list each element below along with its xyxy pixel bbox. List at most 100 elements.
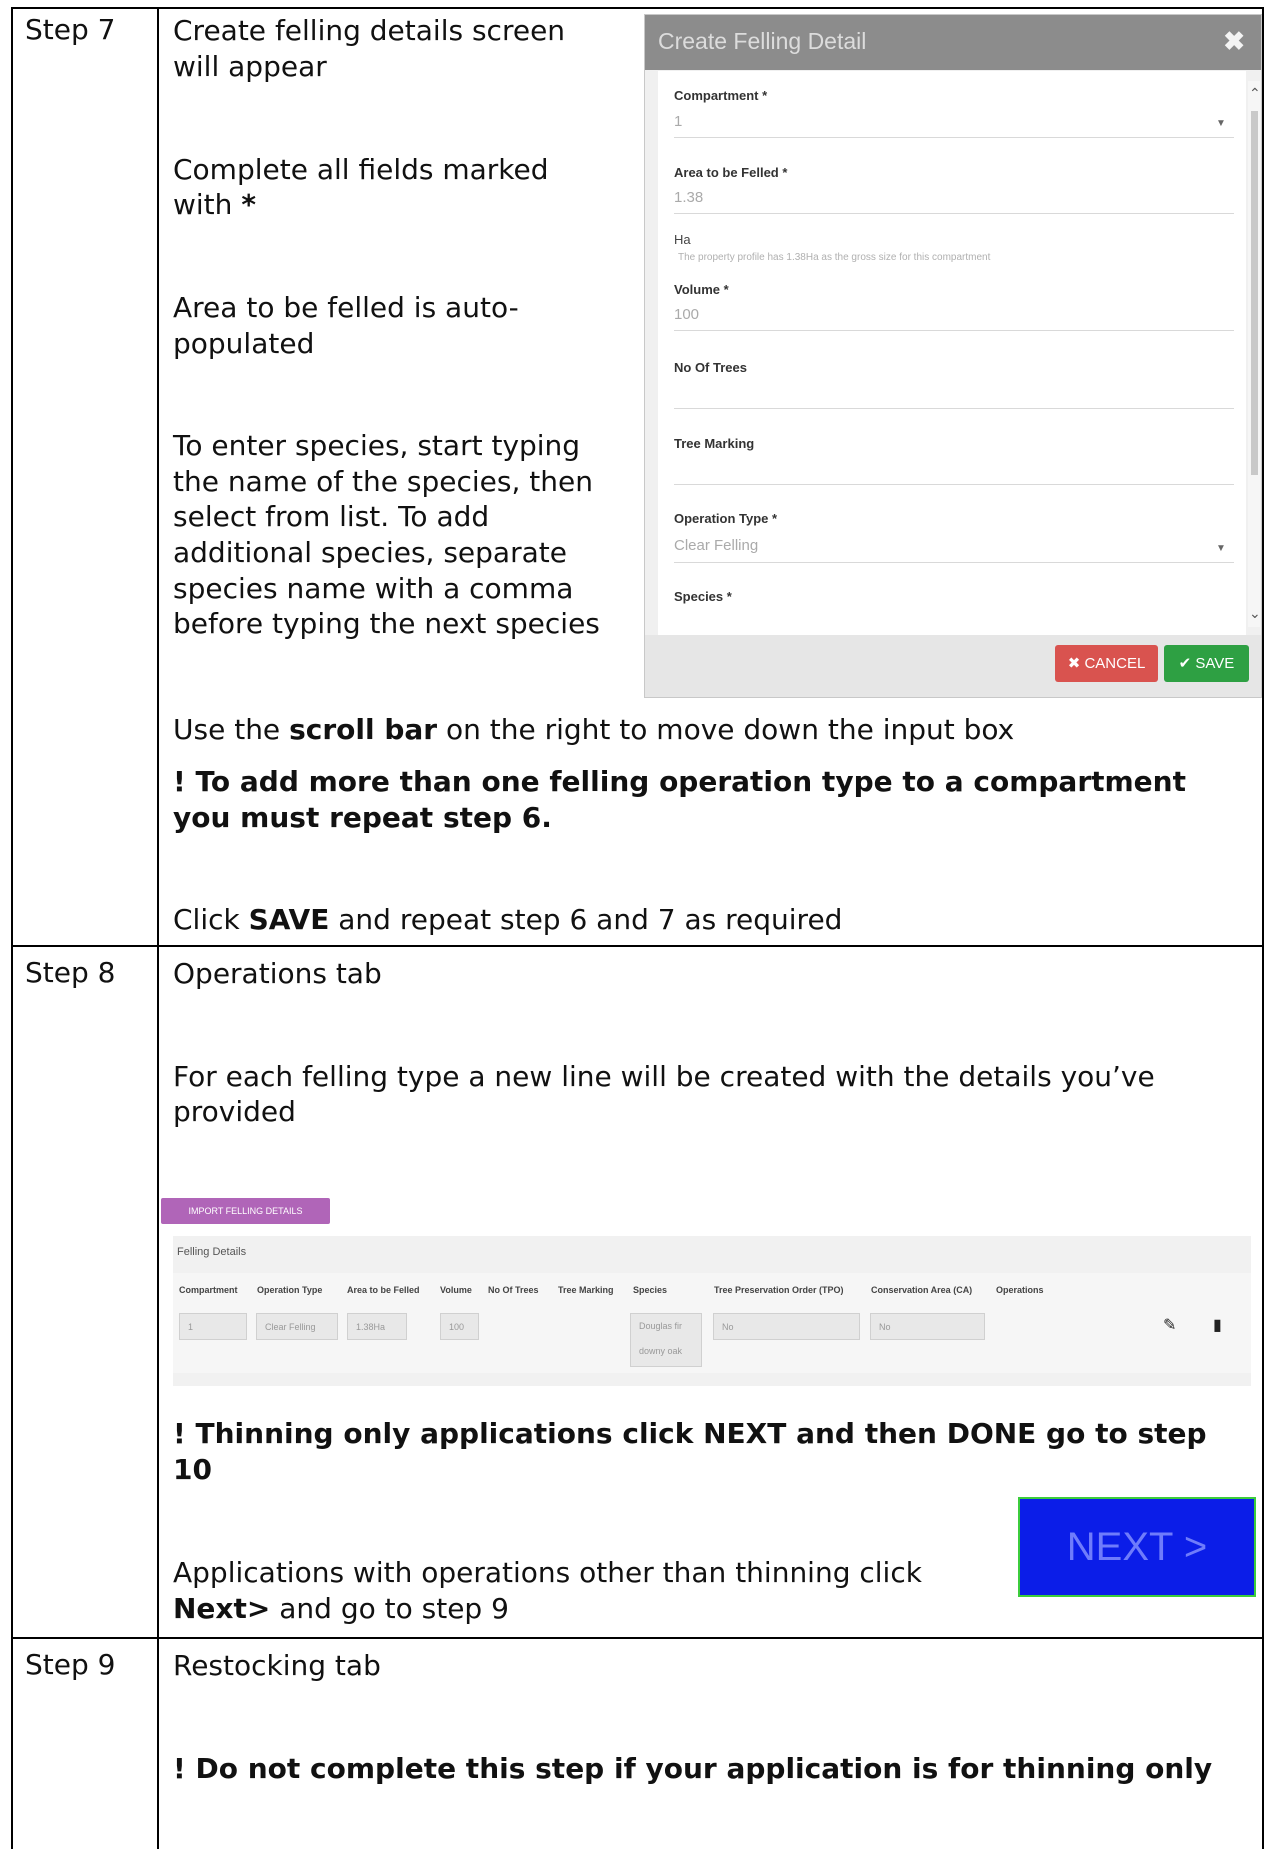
step-7-text-line: with * [173, 187, 256, 223]
panel-title: Felling Details [177, 1246, 247, 1258]
row-divider [13, 945, 1262, 947]
step-9-label: Step 9 [25, 1648, 116, 1681]
step-9-warning: ! Do not complete this step if your appl… [173, 1752, 1213, 1785]
species-value: downy oak [639, 1346, 683, 1356]
species-instruction: the name of the species, then [173, 465, 593, 498]
step-8-text-line: provided [173, 1095, 296, 1128]
save-button[interactable]: ✔ SAVE [1164, 645, 1249, 682]
text-bold: scroll bar [289, 713, 438, 746]
operation-type-select[interactable]: Clear Felling [674, 537, 758, 554]
column-header: Volume [440, 1285, 472, 1295]
table-cell: 100 [440, 1313, 479, 1340]
column-header: Conservation Area (CA) [871, 1285, 973, 1295]
compartment-label: Compartment * [674, 88, 768, 103]
felling-details-panel: Felling Details Compartment Operation Ty… [173, 1236, 1251, 1386]
area-input[interactable]: 1.38 [674, 189, 703, 206]
species-instruction: select from list. To add [173, 500, 490, 533]
species-instruction: before typing the next species [173, 607, 600, 640]
close-icon[interactable]: ✖ [1223, 26, 1245, 57]
dialog-title: Create Felling Detail [658, 28, 867, 54]
species-instruction: additional species, separate [173, 536, 567, 569]
chevron-down-icon: ▼ [1216, 118, 1226, 129]
required-star: * [241, 188, 256, 221]
volume-label: Volume * [674, 282, 729, 297]
field-underline [674, 137, 1234, 138]
dialog-form: Compartment * 1 ▼ Area to be Felled * 1.… [658, 71, 1246, 635]
step-8-heading: Operations tab [173, 957, 382, 990]
step-8-label: Step 8 [25, 956, 116, 989]
trash-icon[interactable]: ▮ [1213, 1315, 1222, 1335]
column-header: Area to be Felled [347, 1285, 420, 1295]
table-cell: No [713, 1313, 860, 1340]
text: Use the [173, 713, 290, 746]
step-7-warning: you must repeat step 6. [173, 801, 552, 834]
species-instruction: To enter species, start typing [173, 429, 581, 462]
field-underline [674, 330, 1234, 331]
column-divider [157, 9, 159, 1849]
volume-input[interactable]: 100 [674, 306, 699, 323]
area-label: Area to be Felled * [674, 165, 788, 180]
instruction-table: Step 7 Create felling details screen wil… [11, 7, 1264, 1849]
column-header: Tree Preservation Order (TPO) [714, 1285, 844, 1295]
step-8-warning: 10 [173, 1453, 212, 1486]
trees-label: No Of Trees [674, 360, 747, 375]
text: and go to step 9 [270, 1592, 509, 1625]
column-header: Tree Marking [558, 1285, 614, 1295]
scroll-up-icon[interactable]: ⌃ [1249, 85, 1261, 102]
text-bold: SAVE [248, 903, 330, 936]
area-unit: Ha [674, 232, 691, 247]
scrollbar-thumb[interactable] [1251, 111, 1258, 475]
table-cell: Douglas fir downy oak [630, 1313, 702, 1367]
text: Click [173, 903, 249, 936]
save-instruction: Click SAVE and repeat step 6 and 7 as re… [173, 902, 842, 938]
step-7-text-line: Complete all fields marked [173, 153, 549, 186]
tree-marking-input[interactable] [674, 484, 1234, 485]
import-felling-details-button[interactable]: IMPORT FELLING DETAILS [161, 1198, 330, 1224]
table-cell: 1.38Ha [347, 1313, 407, 1340]
felling-details-table: Compartment Operation Type Area to be Fe… [173, 1273, 1251, 1373]
next-button[interactable]: NEXT > [1018, 1497, 1256, 1597]
operation-type-label: Operation Type * [674, 511, 778, 526]
dialog-header: Create Felling Detail ✖ [645, 15, 1261, 70]
chevron-down-icon: ▼ [1216, 543, 1226, 554]
compartment-select[interactable]: 1 [674, 113, 682, 130]
cancel-button[interactable]: ✖ CANCEL [1055, 645, 1158, 682]
step-7-text-line: populated [173, 327, 315, 360]
column-header: Compartment [179, 1285, 238, 1295]
felling-details-screenshot: IMPORT FELLING DETAILS Felling Details C… [161, 1198, 1251, 1386]
step-9-heading: Restocking tab [173, 1649, 381, 1682]
pencil-icon[interactable]: ✎ [1163, 1315, 1176, 1335]
species-value: Douglas fir [639, 1321, 683, 1331]
text-bold: Next> [173, 1592, 271, 1625]
step-8-warning: ! Thinning only applications click NEXT … [173, 1417, 1207, 1450]
create-felling-detail-dialog: Create Felling Detail ✖ Compartment * 1 … [644, 14, 1262, 698]
step-8-text-line: Next> and go to step 9 [173, 1591, 509, 1627]
species-label: Species * [674, 589, 732, 604]
column-header: No Of Trees [488, 1285, 539, 1295]
column-header: Operations [996, 1285, 1044, 1295]
column-header: Operation Type [257, 1285, 323, 1295]
row-divider [13, 1637, 1262, 1639]
text: on the right to move down the input box [437, 713, 1015, 746]
tree-marking-label: Tree Marking [674, 436, 755, 451]
step-7-text-line: Area to be felled is auto- [173, 291, 519, 324]
field-underline [674, 213, 1234, 214]
column-header: Species [633, 1285, 668, 1295]
scroll-down-icon[interactable]: ⌄ [1249, 605, 1261, 622]
dialog-footer: ✖ CANCEL ✔ SAVE [645, 635, 1261, 697]
step-7-warning: ! To add more than one felling operation… [173, 765, 1186, 798]
text: and repeat step 6 and 7 as required [329, 903, 843, 936]
step-7-text-line: Create felling details screen [173, 14, 566, 47]
scroll-instruction: Use the scroll bar on the right to move … [173, 712, 1014, 748]
text: with [173, 188, 242, 221]
step-8-text-line: Applications with operations other than … [173, 1556, 922, 1589]
step-7-label: Step 7 [25, 13, 116, 46]
step-8-text-line: For each felling type a new line will be… [173, 1060, 1155, 1093]
table-cell: No [870, 1313, 985, 1340]
table-cell: Clear Felling [256, 1313, 338, 1340]
table-cell: 1 [179, 1313, 247, 1340]
species-instruction: species name with a comma [173, 572, 574, 605]
trees-input[interactable] [674, 408, 1234, 409]
step-7-text-line: will appear [173, 50, 327, 83]
area-help-text: The property profile has 1.38Ha as the g… [678, 252, 991, 263]
